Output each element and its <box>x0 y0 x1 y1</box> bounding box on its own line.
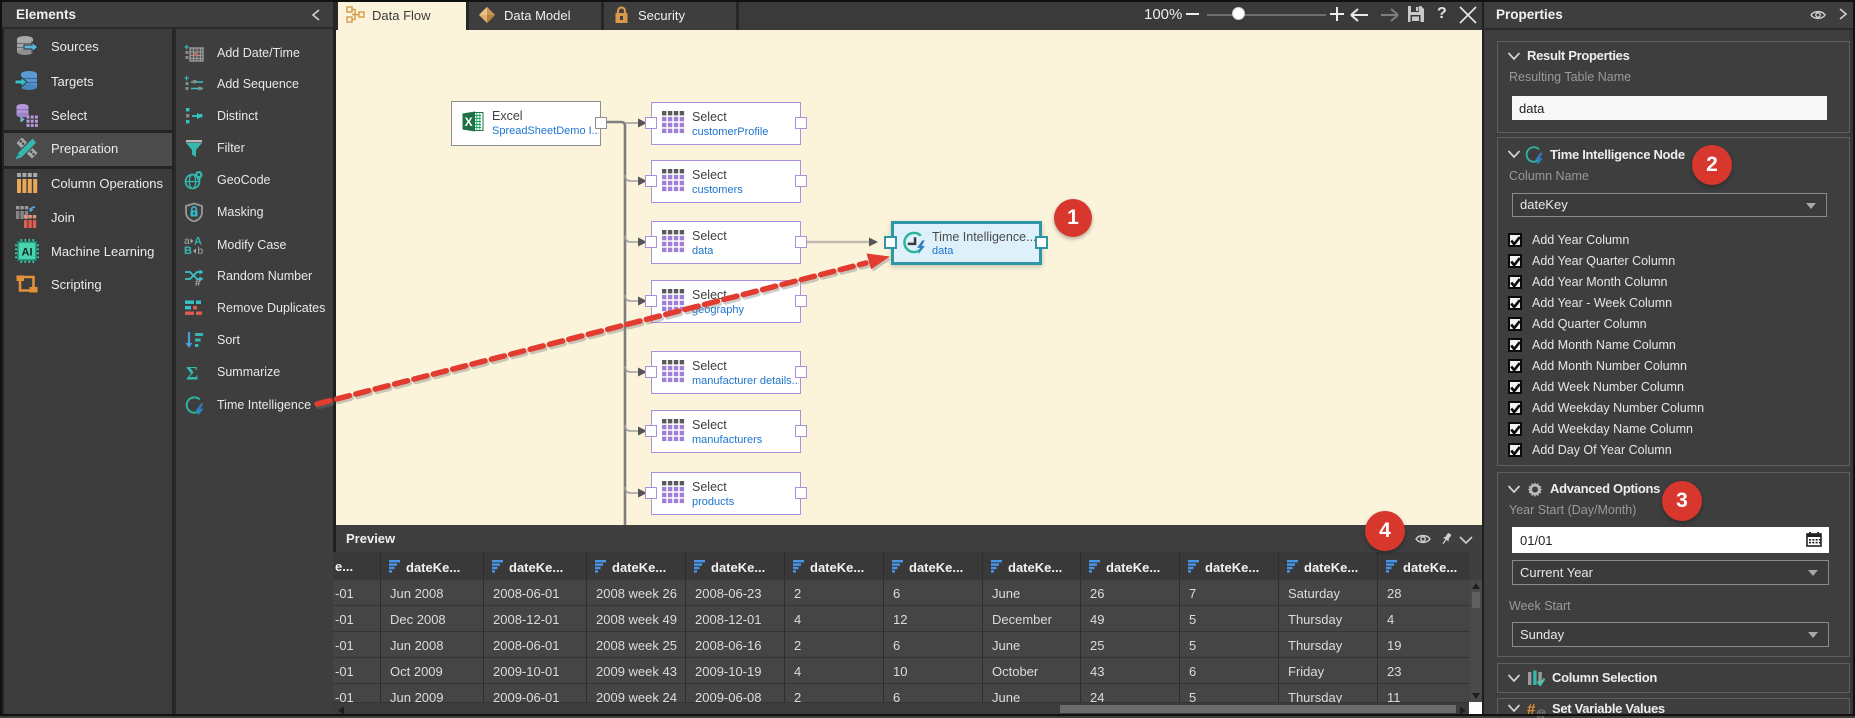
svg-text:b: b <box>198 246 204 255</box>
svg-text:+: + <box>184 74 189 83</box>
svg-text:X: X <box>465 115 473 129</box>
svg-text:+: + <box>184 43 189 52</box>
svg-text:@: @ <box>1536 709 1546 718</box>
svg-text:#: # <box>195 278 201 286</box>
svg-text:#: # <box>1527 701 1536 718</box>
svg-text:Σ: Σ <box>186 364 198 383</box>
svg-text:AI: AI <box>22 247 33 259</box>
svg-text:B: B <box>184 245 192 255</box>
